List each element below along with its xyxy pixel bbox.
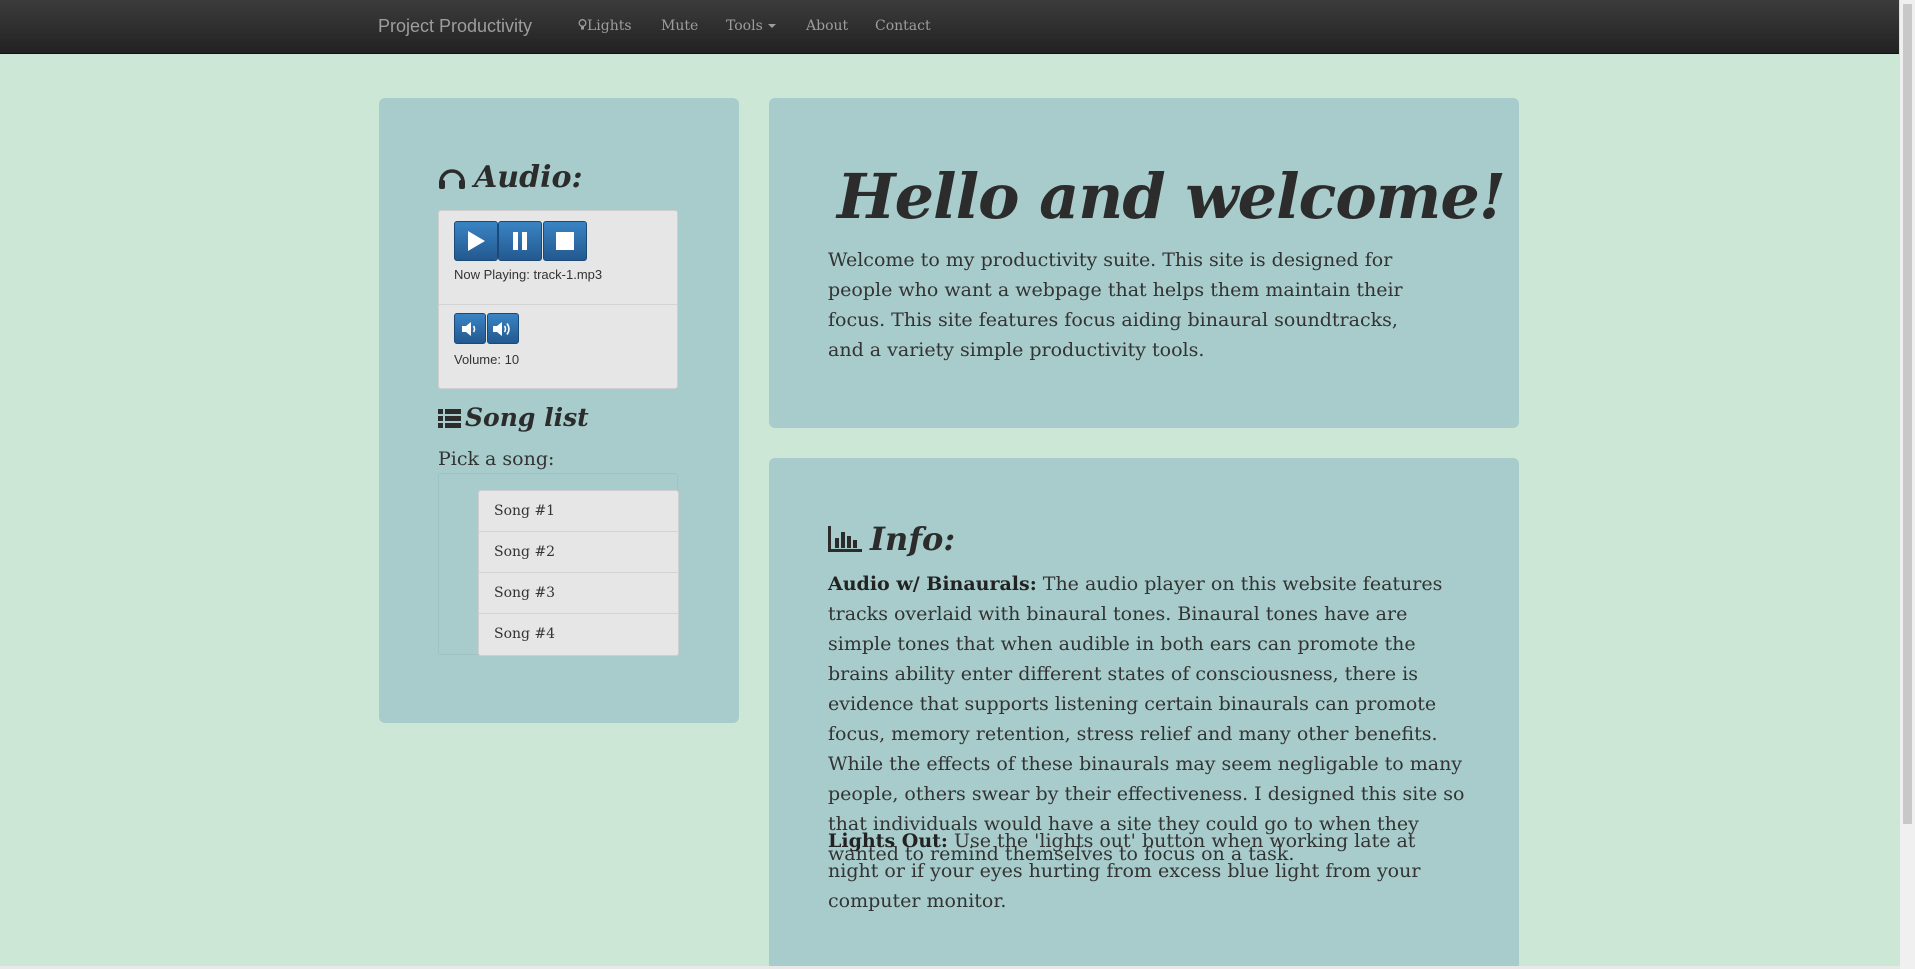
brand-link[interactable]: Project Productivity <box>378 16 532 37</box>
welcome-title: Hello and welcome! <box>837 160 1506 233</box>
stop-icon <box>556 232 574 250</box>
list-icon <box>438 408 461 428</box>
caret-down-icon <box>767 24 776 28</box>
player-divider <box>439 304 677 305</box>
now-playing-text: Now Playing: track-1.mp3 <box>454 267 603 282</box>
lightbulb-icon <box>578 19 587 30</box>
songlist-heading-text: Song list <box>465 403 589 432</box>
nav-lights[interactable]: Lights <box>578 18 632 34</box>
song-item-4[interactable]: Song #4 <box>479 614 678 654</box>
volume-down-icon <box>462 321 476 336</box>
play-icon <box>468 231 485 251</box>
nav-tools-dropdown[interactable]: Tools <box>726 18 776 34</box>
nav-lights-label: Lights <box>587 18 632 34</box>
vertical-scrollbar[interactable] <box>1899 0 1915 969</box>
info-panel: Info: Audio w/ Binaurals: The audio play… <box>769 458 1519 969</box>
song-list: Song #1 Song #2 Song #3 Song #4 <box>478 490 679 656</box>
lights-label: Lights Out: <box>828 830 948 852</box>
info-heading-text: Info: <box>870 520 956 558</box>
top-navbar: Project Productivity Lights Mute Tools A… <box>0 0 1900 54</box>
songlist-heading: Song list <box>438 403 589 432</box>
volume-down-button[interactable] <box>454 313 486 344</box>
bar-chart-icon <box>828 526 862 552</box>
nav-about[interactable]: About <box>806 18 848 34</box>
welcome-panel: Hello and welcome! Welcome to my product… <box>769 98 1519 428</box>
welcome-text: Welcome to my productivity suite. This s… <box>828 249 1403 361</box>
volume-text: Volume: 10 <box>454 352 520 367</box>
audio-player: Now Playing: track-1.mp3 Volume: 10 <box>438 210 678 389</box>
audio-panel: Audio: Now Playing: track-1.mp3 Volume: … <box>379 98 739 723</box>
play-button[interactable] <box>454 221 498 261</box>
nav-contact[interactable]: Contact <box>875 18 931 34</box>
scrollbar-thumb[interactable] <box>1903 4 1912 824</box>
audio-heading-text: Audio: <box>474 160 583 195</box>
song-item-2[interactable]: Song #2 <box>479 532 678 573</box>
nav-tools-label: Tools <box>726 18 763 34</box>
stop-button[interactable] <box>543 221 587 261</box>
song-item-3[interactable]: Song #3 <box>479 573 678 614</box>
nav-mute[interactable]: Mute <box>661 18 698 34</box>
binaurals-paragraph: Audio w/ Binaurals: The audio player on … <box>828 569 1468 869</box>
pause-icon <box>513 232 527 250</box>
binaurals-text: The audio player on this website feature… <box>828 573 1465 865</box>
info-heading: Info: <box>828 520 955 558</box>
volume-up-icon <box>493 321 510 336</box>
pause-button[interactable] <box>498 221 542 261</box>
pick-song-label: Pick a song: <box>438 448 555 470</box>
audio-heading: Audio: <box>438 160 583 195</box>
binaurals-label: Audio w/ Binaurals: <box>828 573 1037 595</box>
song-item-1[interactable]: Song #1 <box>479 491 678 532</box>
lights-paragraph: Lights Out: Use the 'lights out' button … <box>828 826 1468 916</box>
volume-up-button[interactable] <box>487 313 519 344</box>
headphones-icon <box>439 168 465 189</box>
